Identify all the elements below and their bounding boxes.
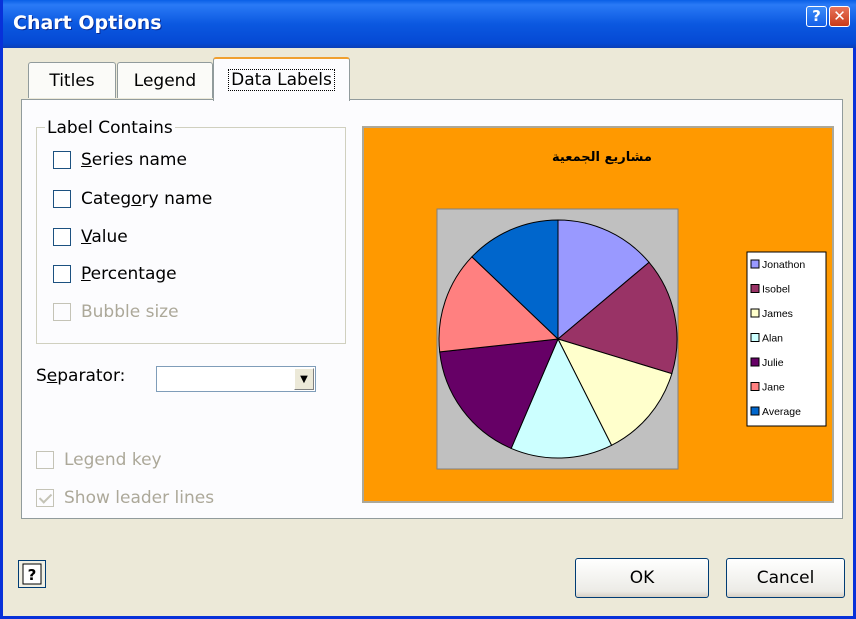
bubble-size-option: Bubble size [53,300,179,324]
help-button[interactable]: ? [18,560,46,588]
help-title-button[interactable]: ? [806,6,827,27]
pie-slices [438,219,678,459]
legend-swatch-average [750,406,760,416]
tab-data-labels-label: Data Labels [228,69,335,91]
legend-swatch-jane [750,382,760,391]
title-bar[interactable]: Chart Options ? ✕ [3,0,856,48]
category-name-checkbox[interactable] [53,190,71,208]
series-name-checkbox[interactable] [53,151,71,169]
tab-data-labels[interactable]: Data Labels [213,57,350,101]
chart-title: مشاريع الجمعية [552,150,652,165]
leader-lines-label: Show leader lines [64,488,215,508]
legend-swatch-isobel [750,284,760,293]
separator-select[interactable]: ▼ [156,366,316,392]
legend-label-james: James [762,308,793,320]
legend-label-jane: Jane [762,382,785,394]
value-checkbox[interactable] [53,228,71,246]
legend-swatch-julie [750,357,760,367]
chart-options-dialog: Chart Options ? ✕ Titles Legend Data Lab… [0,0,856,619]
svg-text:?: ? [28,566,37,584]
legend-swatch-jonathon [750,259,760,269]
legend-label-average: Average [762,406,801,418]
close-button[interactable]: ✕ [829,6,850,27]
ok-button[interactable]: OK [575,558,709,598]
category-name-label: Category name [81,189,213,209]
legend-key-checkbox [36,451,54,469]
leader-lines-option: Show leader lines [36,486,214,510]
separator-label: Separator: [36,366,126,386]
help-icon: ? [22,563,42,585]
series-name-label: Series name [81,150,187,170]
label-contains-title: Label Contains [45,118,175,138]
legend-label-isobel: Isobel [762,284,790,296]
tab-titles[interactable]: Titles [28,62,116,98]
bubble-size-checkbox [53,303,71,321]
legend-label-julie: Julie [762,357,784,369]
value-label: Value [81,227,128,247]
pie-chart: مشاريع الجمعية Jonathon Isobel James Alan Ju… [364,128,832,501]
value-option[interactable]: Value [53,225,128,249]
chart-preview: مشاريع الجمعية Jonathon Isobel James Alan Ju… [362,126,834,503]
bubble-size-label: Bubble size [81,302,179,322]
category-name-option[interactable]: Category name [53,187,212,211]
legend-label-alan: Alan [762,333,783,345]
window-title: Chart Options [13,12,162,34]
legend-swatch-alan [750,333,760,342]
percentage-label: Percentage [81,264,177,284]
series-name-option[interactable]: Series name [53,148,187,172]
tab-legend[interactable]: Legend [117,62,213,98]
percentage-option[interactable]: Percentage [53,262,177,286]
chevron-down-icon[interactable]: ▼ [294,368,314,390]
cancel-button[interactable]: Cancel [726,558,845,598]
legend-label-jonathon: Jonathon [762,259,805,271]
legend-key-label: Legend key [64,450,162,470]
leader-lines-checkbox [36,489,54,507]
legend-key-option: Legend key [36,448,162,472]
legend-swatch-james [750,308,760,318]
percentage-checkbox[interactable] [53,265,71,283]
